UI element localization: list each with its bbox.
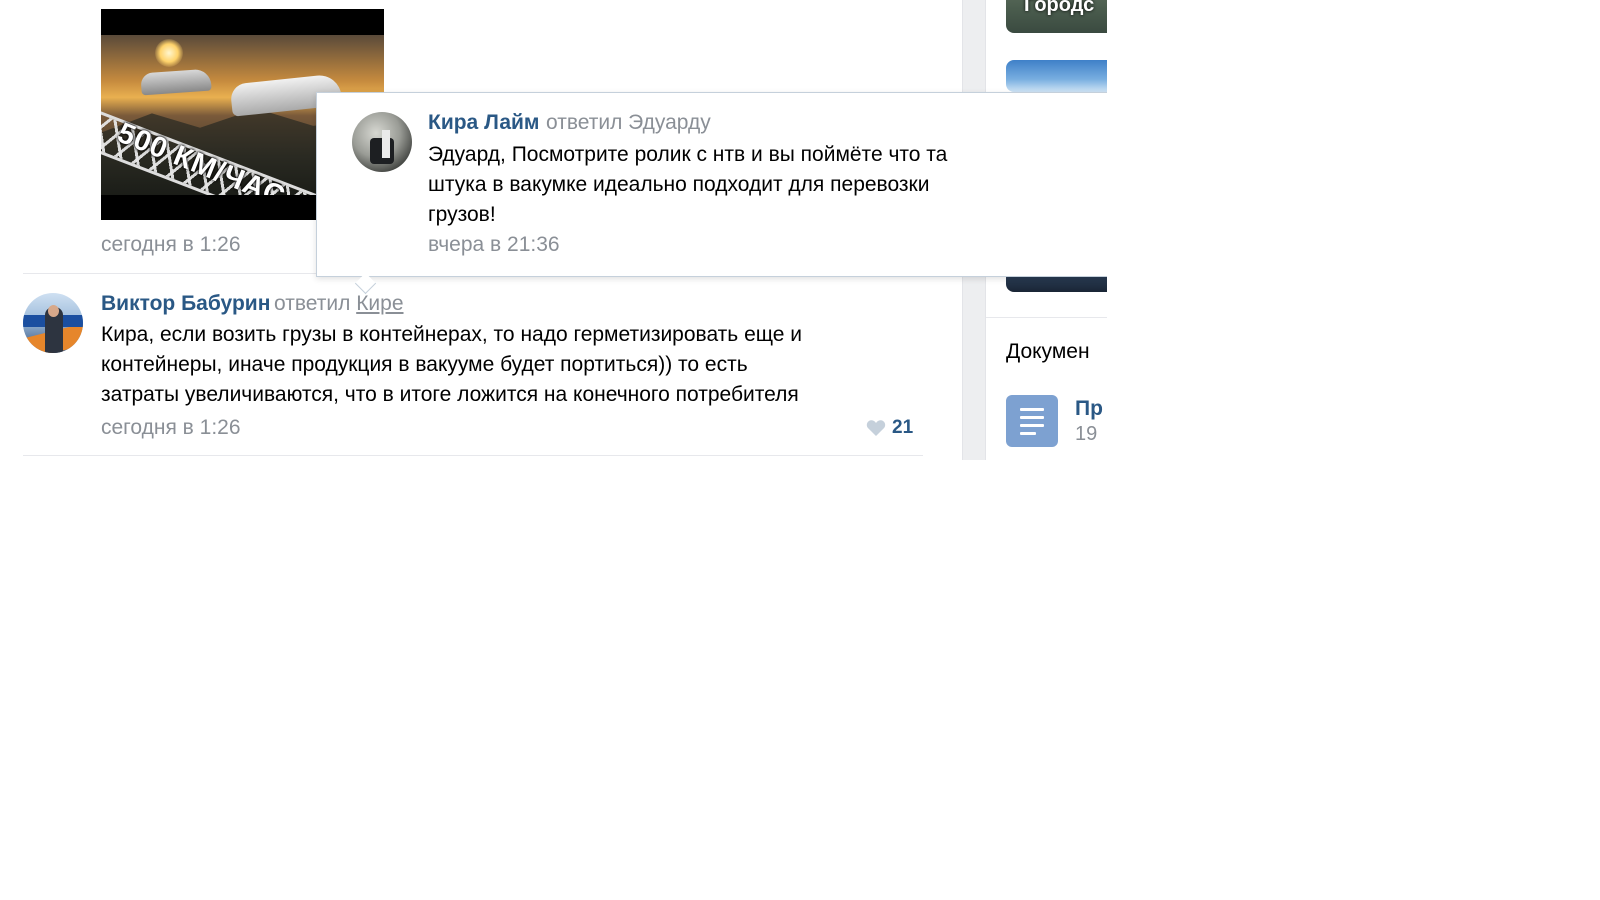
like-button[interactable]: 21 (866, 416, 913, 440)
video-date[interactable]: сегодня в 1:26 (101, 233, 241, 257)
comment-author[interactable]: Виктор Бабурин (101, 292, 270, 316)
comment-line: контейнеры, иначе продукция в вакууме бу… (101, 353, 748, 376)
sidebar-divider (986, 317, 1107, 318)
reply-preview-popup: Кира Лайм ответил Эдуарду Эдуард, Посмот… (316, 92, 1107, 277)
popup-date[interactable]: вчера в 21:36 (428, 233, 560, 257)
popup-avatar-object-2 (382, 130, 390, 158)
popup-author[interactable]: Кира Лайм (428, 111, 539, 135)
comment-text: Кира, если возить грузы в контейнерах, т… (101, 320, 802, 410)
heart-icon (866, 420, 886, 436)
like-count: 21 (892, 417, 914, 438)
doc-icon-line (1020, 423, 1044, 427)
sidebar-thumb-city[interactable]: Городс (1006, 0, 1107, 33)
reply-word: ответил (274, 292, 351, 315)
document-meta: 19 (1075, 423, 1098, 445)
comment-divider-bottom (23, 455, 923, 456)
page-viewport: 500 КМ/ЧАС сегодня в 1:26 Виктор Бабурин… (0, 0, 1107, 460)
comment-line: Кира, если возить грузы в контейнерах, т… (101, 323, 803, 346)
avatar-face (48, 305, 59, 317)
document-icon[interactable] (1006, 395, 1058, 447)
comment-line: затраты увеличиваются, что в итоге ложит… (101, 383, 799, 406)
comment-reply-info: ответил Кире (274, 292, 404, 316)
document-title[interactable]: Пр (1075, 397, 1103, 421)
popup-line: Эдуард, Посмотрите ролик с нтв и вы пойм… (428, 143, 948, 166)
doc-icon-line (1020, 415, 1044, 419)
popup-reply-info: ответил Эдуарду (546, 111, 711, 134)
documents-title[interactable]: Докумен (1006, 340, 1090, 364)
popup-line: грузов! (428, 203, 496, 226)
popup-line: штука в вакумке идеально подходит для пе… (428, 173, 930, 196)
sidebar-thumb-sky[interactable] (1006, 60, 1107, 92)
doc-icon-line (1020, 407, 1044, 411)
reply-target-link[interactable]: Кире (356, 292, 403, 315)
avatar[interactable] (23, 293, 83, 353)
popup-avatar[interactable] (352, 112, 412, 172)
sidebar-thumb-label: Городс (1024, 0, 1095, 16)
comment-date[interactable]: сегодня в 1:26 (101, 416, 241, 440)
doc-icon-line (1020, 431, 1036, 435)
popup-text: Эдуард, Посмотрите ролик с нтв и вы пойм… (428, 140, 947, 230)
video-sun (155, 39, 183, 67)
